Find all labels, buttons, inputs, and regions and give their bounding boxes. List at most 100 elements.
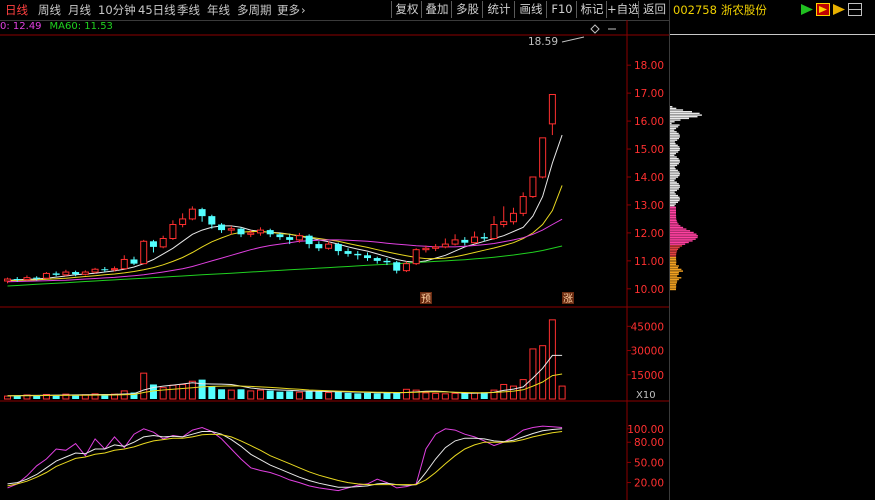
chip-bar (670, 128, 676, 129)
high-price-label: 18.59 (528, 36, 558, 48)
volume-bar (170, 385, 176, 399)
indicator-tick-label: 80.00 (634, 437, 664, 449)
chip-bar (670, 113, 700, 114)
candle-body (257, 230, 263, 233)
chip-bar (670, 270, 683, 271)
candle-body (413, 250, 419, 264)
volume-unit-label: X10 (636, 390, 656, 401)
chip-bar (670, 151, 678, 152)
chip-bar (670, 222, 677, 223)
chip-bar (670, 244, 685, 245)
volume-bar (199, 380, 206, 399)
volume-bar (180, 384, 186, 399)
price-tick-label: 12.00 (634, 228, 664, 240)
candle-body (112, 269, 118, 270)
chip-bar (670, 212, 676, 213)
right-panel: 002758 浙农股份 (669, 0, 875, 500)
volume-bar (315, 391, 322, 399)
candle-body (345, 251, 352, 254)
volume-bar (326, 393, 332, 399)
candle-body (510, 213, 516, 221)
chip-bar (670, 116, 698, 117)
volume-bar (335, 392, 342, 399)
chip-bar (670, 130, 674, 131)
chip-distribution (670, 0, 875, 300)
chip-bar (670, 156, 677, 157)
volume-bar (218, 389, 225, 399)
chip-bar (670, 153, 676, 154)
chip-bar (670, 220, 677, 221)
ma-line-ma20 (8, 219, 563, 282)
chip-bar (670, 165, 677, 166)
chip-bar (670, 188, 679, 189)
candle-body (286, 237, 293, 240)
candle-body (491, 225, 497, 239)
chip-bar (670, 205, 675, 206)
volume-bar (549, 320, 555, 399)
candle-body (238, 229, 245, 235)
chip-bar (670, 158, 679, 159)
chip-bar (670, 249, 678, 250)
volume-bar (345, 393, 352, 399)
price-tick-label: 16.00 (634, 116, 664, 128)
chip-bar (670, 123, 672, 124)
chip-bar (670, 171, 679, 172)
candle-body (296, 236, 302, 240)
candle-body (53, 273, 60, 274)
chip-bar (670, 119, 681, 120)
chip-bar (670, 213, 676, 214)
candle-body (540, 138, 546, 177)
price-tick-label: 13.00 (634, 200, 664, 212)
candle-body (267, 230, 274, 234)
chip-bar (670, 168, 676, 169)
chip-bar (670, 178, 676, 179)
chip-bar (670, 265, 679, 266)
chip-bar (670, 230, 690, 231)
chip-bar (670, 182, 677, 183)
indicator-line-k (8, 426, 563, 491)
volume-bar (354, 393, 361, 399)
chip-bar (670, 228, 686, 229)
candle-body (5, 279, 11, 281)
candle-body (170, 225, 176, 239)
volume-bar (257, 390, 263, 399)
chip-bar (670, 217, 676, 218)
chip-bar (670, 133, 679, 134)
chip-bar (670, 234, 697, 235)
candle-body (354, 254, 361, 255)
chip-bar (670, 227, 683, 228)
chip-bar (670, 126, 678, 127)
chip-bar (670, 284, 676, 285)
chip-bar (670, 176, 678, 177)
volume-bar (141, 373, 147, 399)
chip-bar (670, 161, 680, 162)
marker-label: 涨 (563, 293, 573, 305)
candle-body (442, 244, 448, 247)
chip-bar (670, 148, 680, 149)
chip-bar (670, 215, 676, 216)
volume-bar (540, 346, 546, 399)
volume-bar (267, 391, 274, 399)
chip-bar (670, 185, 680, 186)
candle-body (374, 258, 381, 261)
candle-body (481, 237, 488, 238)
volume-bar (276, 392, 283, 399)
chip-bar (670, 267, 678, 268)
chip-bar (670, 114, 702, 115)
candle-body (180, 219, 186, 225)
high-price-pointer (562, 37, 584, 42)
candle-body (208, 216, 215, 224)
volume-bar (189, 381, 195, 399)
chip-bar (670, 237, 698, 238)
chip-bar (670, 195, 678, 196)
chip-bar (670, 111, 692, 112)
indicator-tick-label: 50.00 (634, 457, 664, 469)
volume-bar (33, 396, 40, 399)
candle-body (403, 264, 409, 271)
kline-chart[interactable]: 18.00 17.00 16.00 15.00 14.00 13.00 12.00 11.00… (0, 0, 669, 500)
chip-bar (670, 106, 672, 107)
chip-bar (670, 160, 680, 161)
volume-tick-label: 30000 (631, 346, 664, 358)
candle-body (306, 236, 313, 244)
candle-body (315, 244, 322, 248)
